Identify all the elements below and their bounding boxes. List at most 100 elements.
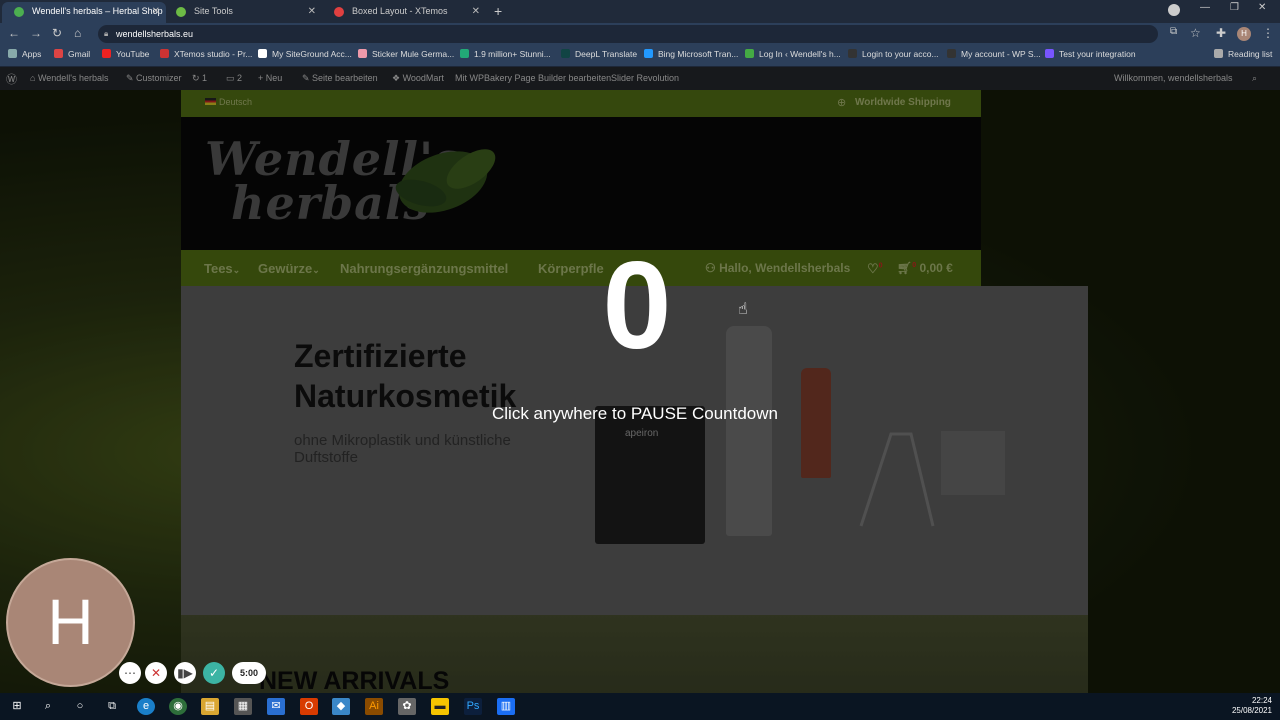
trello-icon[interactable]: ▥ <box>497 698 515 715</box>
leaf-icon <box>745 49 754 58</box>
new-tab-button[interactable]: + <box>494 3 502 19</box>
close-icon[interactable]: ✕ <box>152 2 160 21</box>
wp-updates[interactable]: ↻ 1 <box>192 73 207 84</box>
xtemos-icon <box>334 7 344 17</box>
wp-wpbakery[interactable]: Mit WPBakery Page Builder bearbeiten <box>455 73 611 83</box>
brush-icon: ✎ <box>126 73 137 83</box>
home-icon[interactable]: ⌂ <box>74 26 81 40</box>
wp-woodmart[interactable]: ❖ WoodMart <box>392 73 444 84</box>
tab-search-icon[interactable] <box>1168 4 1180 16</box>
wp-new[interactable]: + Neu <box>258 73 282 83</box>
wp-slider-revolution[interactable]: Slider Revolution <box>611 73 679 83</box>
wp-edit-page[interactable]: ✎ Seite bearbeiten <box>302 73 378 84</box>
home-icon: ⌂ <box>30 73 38 83</box>
bookmark-youtube[interactable]: YouTube <box>102 49 149 59</box>
more-options-icon[interactable]: ⋯ <box>119 662 141 684</box>
bookmark-sticker-mule[interactable]: Sticker Mule Germa... <box>358 49 454 59</box>
forward-icon[interactable]: → <box>30 26 42 40</box>
bing-icon <box>644 49 653 58</box>
wp-customizer[interactable]: ✎ Customizer <box>126 73 182 84</box>
wp-admin-bar: Ⓦ ⌂ Wendell's herbals ✎ Customizer ↻ 1 ▭… <box>0 67 1280 90</box>
restore-icon[interactable]: ❐ <box>1230 2 1239 13</box>
profile-avatar[interactable]: H <box>1237 27 1251 41</box>
clock-time: 22:24 <box>1251 696 1272 705</box>
bookmark-deepl[interactable]: DeepL Translate <box>561 49 637 59</box>
tab-title: Wendell's herbals – Herbal Shop <box>32 6 163 16</box>
menu-dots-icon[interactable]: ⋮ <box>1262 26 1274 40</box>
extensions-icon[interactable]: ✚ <box>1216 26 1226 40</box>
url-input[interactable]: 🔒︎ wendellsherbals.eu <box>98 25 1158 43</box>
bookmark-wp-account[interactable]: My account - WP S... <box>947 49 1041 59</box>
tab-site-tools[interactable]: Site Tools ✕ <box>164 2 322 23</box>
hand-cursor-icon: ☝︎ <box>738 301 748 318</box>
bookmarks-bar: Apps Gmail YouTube XTemos studio - Pr...… <box>0 45 1280 67</box>
close-icon[interactable]: ✕ <box>472 2 480 21</box>
search-icon[interactable]: ⌕ <box>39 698 57 715</box>
leaf-icon <box>14 7 24 17</box>
reload-icon[interactable]: ↻ <box>52 26 62 40</box>
translate-icon[interactable]: ⧉ <box>1170 26 1177 37</box>
wordpress-icon[interactable]: Ⓦ <box>6 71 17 87</box>
bookmark-pexels[interactable]: 1.9 million+ Stunni... <box>460 49 551 59</box>
system-clock[interactable]: 22:24 25/08/2021 <box>1232 696 1272 716</box>
edge-icon[interactable]: e <box>137 698 155 715</box>
minimize-icon[interactable]: — <box>1200 2 1210 13</box>
file-explorer-icon[interactable]: ▤ <box>201 698 219 715</box>
paint-icon[interactable]: ✿ <box>398 698 416 715</box>
finish-recording-icon[interactable]: ✓ <box>203 662 225 684</box>
siteground-icon <box>258 49 267 58</box>
bookmark-xtemos[interactable]: XTemos studio - Pr... <box>160 49 252 59</box>
bookmark-bing-translator[interactable]: Bing Microsoft Tran... <box>644 49 738 59</box>
bookmark-account-login[interactable]: Login to your acco... <box>848 49 939 59</box>
app-icon[interactable]: ◆ <box>332 698 350 715</box>
search-icon[interactable]: ⌕ <box>1252 73 1257 84</box>
stripe-icon <box>1045 49 1054 58</box>
windows-taskbar: ⊞ ⌕ ○ ⧉ e ◉ ▤ ▦ ✉ O ◆ Ai ✿ ▬ Ps ▥ 22:24 … <box>0 693 1280 720</box>
bookmark-wp-login[interactable]: Log In ‹ Wendell's h... <box>745 49 841 59</box>
photoshop-icon[interactable]: Ps <box>464 698 482 715</box>
mail-icon[interactable]: ✉ <box>267 698 285 715</box>
clock-date: 25/08/2021 <box>1231 706 1272 715</box>
bookmark-star-icon[interactable]: ☆ <box>1190 26 1201 40</box>
apps-icon <box>8 49 17 58</box>
update-icon: ↻ <box>192 73 203 83</box>
bookmark-stripe-test[interactable]: Test your integration <box>1045 49 1136 59</box>
bookmark-siteground[interactable]: My SiteGround Acc... <box>258 49 352 59</box>
window-close-icon[interactable]: ✕ <box>1258 2 1266 13</box>
windows-start-icon[interactable]: ⊞ <box>8 698 26 715</box>
woodmart-icon: ❖ <box>392 73 403 83</box>
cancel-recording-icon[interactable]: ✕ <box>145 662 167 684</box>
sticky-notes-icon[interactable]: ▬ <box>431 698 449 715</box>
browser-tab-bar: Wendell's herbals – Herbal Shop ✕ Site T… <box>0 0 1280 23</box>
tab-wendells-herbals[interactable]: Wendell's herbals – Herbal Shop ✕ <box>2 2 166 23</box>
pause-recording-icon[interactable]: ▮▶ <box>174 662 196 684</box>
cortana-icon[interactable]: ○ <box>71 698 89 715</box>
comment-icon: ▭ <box>226 73 238 83</box>
chrome-icon[interactable]: ◉ <box>169 698 187 715</box>
close-icon[interactable]: ✕ <box>308 2 316 21</box>
bookmark-apps[interactable]: Apps <box>8 49 41 59</box>
bookmark-gmail[interactable]: Gmail <box>54 49 90 59</box>
back-icon[interactable]: ← <box>8 26 20 40</box>
countdown-overlay[interactable] <box>0 90 1280 693</box>
xtemos-icon <box>160 49 169 58</box>
task-view-icon[interactable]: ⧉ <box>103 698 121 715</box>
wp-greeting[interactable]: Willkommen, wendellsherbals <box>1114 73 1233 83</box>
tab-title: Boxed Layout - XTemos <box>352 6 448 16</box>
countdown-number: 0 <box>602 237 672 375</box>
reading-list-icon <box>1214 49 1223 58</box>
tab-boxed-layout[interactable]: Boxed Layout - XTemos ✕ <box>322 2 486 23</box>
office-icon[interactable]: O <box>300 698 318 715</box>
siteground-icon <box>176 7 186 17</box>
deepl-icon <box>561 49 570 58</box>
recording-timer: 5:00 <box>232 662 266 684</box>
lock-icon[interactable]: 🔒︎ <box>104 25 108 43</box>
reading-list-button[interactable]: Reading list <box>1214 49 1272 59</box>
wp-comments[interactable]: ▭ 2 <box>226 73 242 84</box>
youtube-icon <box>102 49 111 58</box>
wp-site-name[interactable]: ⌂ Wendell's herbals <box>30 73 109 83</box>
illustrator-icon[interactable]: Ai <box>365 698 383 715</box>
pexels-icon <box>460 49 469 58</box>
page-icon <box>848 49 857 58</box>
store-icon[interactable]: ▦ <box>234 698 252 715</box>
